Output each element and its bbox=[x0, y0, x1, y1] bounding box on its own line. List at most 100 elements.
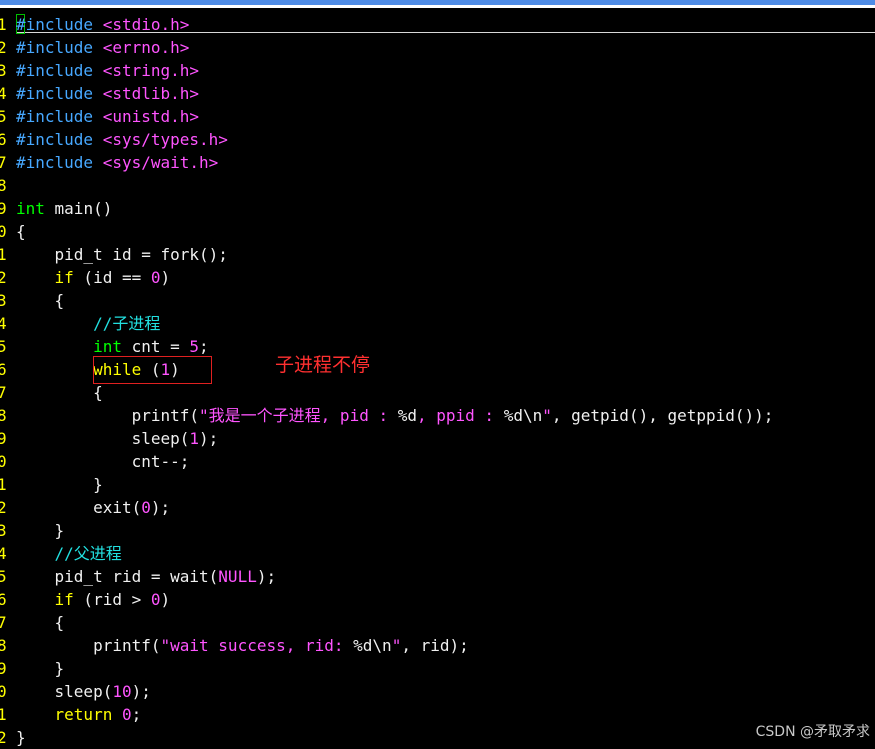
code-line[interactable]: 5 int cnt = 5; bbox=[0, 335, 875, 358]
code-token: NULL bbox=[218, 567, 257, 586]
code-token: ); bbox=[131, 682, 151, 701]
code-token: pid_t rid = wait( bbox=[16, 567, 219, 586]
code-token: <stdlib.h> bbox=[102, 84, 200, 103]
code-line[interactable]: 1 return 0; bbox=[0, 703, 875, 726]
code-line[interactable]: 8 bbox=[0, 174, 875, 197]
code-line[interactable]: 8 printf("wait success, rid: %d\n", rid)… bbox=[0, 634, 875, 657]
code-token: <unistd.h> bbox=[102, 107, 200, 126]
line-number: 2 bbox=[0, 268, 7, 287]
code-line[interactable]: 4 //父进程 bbox=[0, 542, 875, 565]
code-line[interactable]: 3 #include <string.h> bbox=[0, 59, 875, 82]
code-line[interactable]: 9 sleep(1); bbox=[0, 427, 875, 450]
code-line[interactable]: 5 #include <unistd.h> bbox=[0, 105, 875, 128]
code-line[interactable]: 5 pid_t rid = wait(NULL); bbox=[0, 565, 875, 588]
code-token: } bbox=[16, 521, 65, 540]
line-code: if (id == 0) bbox=[16, 266, 171, 289]
code-token: if bbox=[54, 268, 74, 287]
code-token: <string.h> bbox=[102, 61, 200, 80]
code-line[interactable]: 7 #include <sys/wait.h> bbox=[0, 151, 875, 174]
line-number: 1 bbox=[0, 245, 7, 264]
line-code: { bbox=[16, 220, 26, 243]
code-token: #include bbox=[16, 15, 94, 34]
code-token: ); bbox=[256, 567, 277, 586]
line-number: 7 bbox=[0, 383, 7, 402]
watermark-label: CSDN @矛取矛求 bbox=[755, 724, 870, 740]
code-line[interactable]: 1 pid_t id = fork(); bbox=[0, 243, 875, 266]
code-token: 5 bbox=[189, 337, 200, 356]
line-number: 8 bbox=[0, 176, 7, 195]
line-number: 6 bbox=[0, 360, 7, 379]
line-number: 5 bbox=[0, 567, 7, 586]
code-line[interactable]: 0 sleep(10); bbox=[0, 680, 875, 703]
line-code: } bbox=[16, 519, 65, 542]
code-token: { bbox=[16, 222, 26, 241]
line-number: 0 bbox=[0, 222, 7, 241]
code-token: #include bbox=[16, 130, 94, 149]
code-token: } bbox=[16, 728, 26, 747]
line-code: printf("wait success, rid: %d\n", rid); bbox=[16, 634, 469, 657]
line-number: 7 bbox=[0, 153, 7, 172]
line-number: 8 bbox=[0, 406, 7, 425]
code-token: 10 bbox=[112, 682, 132, 701]
code-line[interactable]: 6 if (rid > 0) bbox=[0, 588, 875, 611]
line-code: { bbox=[16, 611, 65, 634]
code-line[interactable]: 6 #include <sys/types.h> bbox=[0, 128, 875, 151]
line-code: sleep(10); bbox=[16, 680, 151, 703]
code-token: #include bbox=[16, 84, 94, 103]
code-token: ; bbox=[199, 337, 209, 356]
code-token: " bbox=[542, 406, 552, 425]
line-code: #include <sys/wait.h> bbox=[16, 151, 218, 174]
line-code: } bbox=[16, 473, 103, 496]
code-line[interactable]: 4 //子进程 bbox=[0, 312, 875, 335]
line-code: #include <stdlib.h> bbox=[16, 82, 199, 105]
line-number: 1 bbox=[0, 15, 7, 34]
code-token: return bbox=[54, 705, 113, 724]
code-line[interactable]: 9 } bbox=[0, 657, 875, 680]
line-number: 2 bbox=[0, 38, 7, 57]
code-line[interactable]: 8 printf("我是一个子进程, pid : %d, ppid : %d\n… bbox=[0, 404, 875, 427]
code-token: %d\n bbox=[353, 636, 392, 655]
code-token: "wait success, rid: bbox=[160, 636, 354, 655]
line-code: sleep(1); bbox=[16, 427, 219, 450]
code-token: ) bbox=[160, 590, 171, 609]
code-line[interactable]: 7 { bbox=[0, 611, 875, 634]
code-token: #include bbox=[16, 61, 94, 80]
code-line[interactable]: 1 #include <stdio.h> bbox=[0, 13, 875, 36]
line-number: 6 bbox=[0, 130, 7, 149]
code-token: { bbox=[16, 291, 65, 310]
code-token: cnt--; bbox=[16, 452, 190, 471]
line-code: exit(0); bbox=[16, 496, 170, 519]
line-number: 1 bbox=[0, 705, 7, 724]
code-line[interactable]: 2 exit(0); bbox=[0, 496, 875, 519]
code-line[interactable]: 4 #include <stdlib.h> bbox=[0, 82, 875, 105]
line-number: 5 bbox=[0, 107, 7, 126]
code-line[interactable]: 7 { bbox=[0, 381, 875, 404]
code-line[interactable]: 0 cnt--; bbox=[0, 450, 875, 473]
code-line[interactable]: 2 #include <errno.h> bbox=[0, 36, 875, 59]
line-number: 5 bbox=[0, 337, 7, 356]
code-line[interactable]: 0{ bbox=[0, 220, 875, 243]
code-line[interactable]: 3 } bbox=[0, 519, 875, 542]
code-token: printf( bbox=[16, 636, 161, 655]
code-line[interactable]: 2 if (id == 0) bbox=[0, 266, 875, 289]
code-line[interactable]: 3 { bbox=[0, 289, 875, 312]
code-line[interactable]: 1 } bbox=[0, 473, 875, 496]
code-token: 0 bbox=[150, 590, 161, 609]
line-code: pid_t rid = wait(NULL); bbox=[16, 565, 277, 588]
line-number: 2 bbox=[0, 498, 7, 517]
code-token: int bbox=[93, 337, 122, 356]
code-line[interactable]: 9 int main() bbox=[0, 197, 875, 220]
code-token: { bbox=[16, 613, 65, 632]
line-number: 3 bbox=[0, 521, 7, 540]
code-line[interactable]: 2} bbox=[0, 726, 875, 749]
